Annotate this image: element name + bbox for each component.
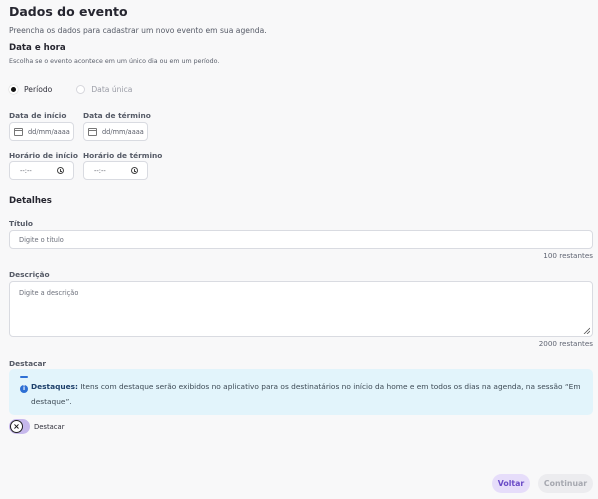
title-label: Título xyxy=(9,219,33,228)
end-date-label: Data de término xyxy=(83,111,151,120)
title-remaining-count: 100 restantes xyxy=(543,251,593,260)
resize-handle-icon[interactable] xyxy=(583,327,590,334)
description-label: Descrição xyxy=(9,270,50,279)
highlight-toggle[interactable]: × xyxy=(9,419,30,434)
highlight-info-alert: i Destaques: Itens com destaque serão ex… xyxy=(9,369,593,415)
radio-data-unica-label: Data única xyxy=(91,85,133,94)
start-time-input[interactable]: --:-- xyxy=(9,161,74,180)
page-subtitle: Preencha os dados para cadastrar um novo… xyxy=(9,26,267,35)
description-textarea[interactable]: Digite a descrição xyxy=(9,281,593,337)
toggle-off-x-icon: × xyxy=(10,420,23,433)
highlight-label: Destacar xyxy=(9,359,47,368)
end-time-placeholder: --:-- xyxy=(94,166,106,175)
clock-icon xyxy=(131,167,138,174)
continue-button[interactable]: Continuar xyxy=(538,474,593,493)
info-icon: i xyxy=(20,385,28,393)
title-input[interactable]: Digite o título xyxy=(9,230,593,249)
info-accent-bar xyxy=(20,376,28,378)
radio-data-unica[interactable]: Data única xyxy=(76,85,132,94)
section-title-details: Detalhes xyxy=(9,196,52,206)
date-mode-radio-group: Período Data única xyxy=(9,85,150,94)
start-date-label: Data de início xyxy=(9,111,67,120)
description-remaining-count: 2000 restantes xyxy=(538,339,593,348)
start-time-label: Horário de início xyxy=(9,151,78,160)
radio-selected-icon xyxy=(9,85,18,94)
start-time-placeholder: --:-- xyxy=(20,166,32,175)
calendar-icon xyxy=(14,127,23,136)
section-hint-date: Escolha se o evento acontece em um único… xyxy=(9,58,220,65)
radio-periodo[interactable]: Período xyxy=(9,85,52,94)
description-placeholder: Digite a descrição xyxy=(19,289,79,297)
page-title: Dados do evento xyxy=(9,4,128,19)
section-title-date: Data e hora xyxy=(9,43,66,53)
info-text: Itens com destaque serão exibidos no apl… xyxy=(31,382,581,406)
start-date-placeholder: dd/mm/aaaa xyxy=(28,127,70,136)
clock-icon xyxy=(57,167,64,174)
radio-periodo-label: Período xyxy=(24,85,53,94)
end-date-placeholder: dd/mm/aaaa xyxy=(102,127,144,136)
back-button[interactable]: Voltar xyxy=(492,474,530,493)
radio-unselected-icon xyxy=(76,85,86,94)
info-title: Destaques: xyxy=(31,382,78,391)
start-date-input[interactable]: dd/mm/aaaa xyxy=(9,122,74,141)
end-date-input[interactable]: dd/mm/aaaa xyxy=(83,122,148,141)
end-time-label: Horário de término xyxy=(83,151,163,160)
title-placeholder: Digite o título xyxy=(19,236,64,244)
end-time-input[interactable]: --:-- xyxy=(83,161,148,180)
calendar-icon xyxy=(88,127,97,136)
toggle-label: Destacar xyxy=(34,423,65,431)
